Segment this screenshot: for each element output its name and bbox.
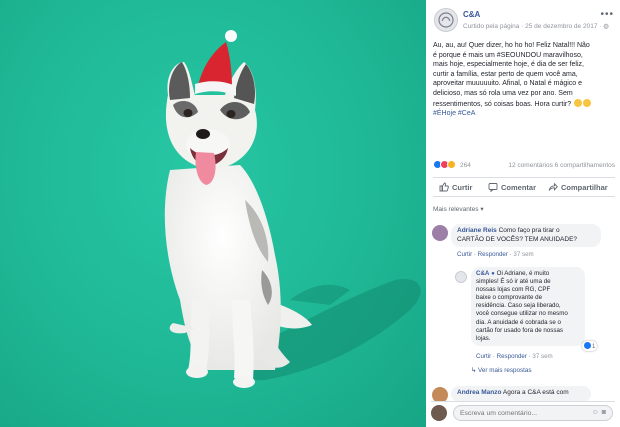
reaction-icons[interactable]	[433, 160, 459, 170]
post-photo[interactable]	[0, 0, 426, 427]
like-reaction-icon	[584, 342, 591, 349]
post-meta: Curtido pela página · 25 de dezembro de …	[463, 22, 609, 30]
comment-like-link[interactable]: Curtir	[476, 353, 491, 360]
haha-reaction-icon	[447, 160, 456, 169]
comment-item: Andrea Manzo Agora a C&A está com	[426, 386, 620, 403]
post-line: é porque é mais um #SEOUNDOU maravilhoso…	[433, 51, 583, 59]
page-avatar[interactable]	[434, 8, 458, 32]
hand-emoji-icon	[583, 98, 592, 107]
comment-actions: Curtir · Responder · 37 sem	[476, 353, 553, 360]
comment-like-link[interactable]: Curtir	[457, 251, 472, 258]
comment-reply-item: C&A ● Oi Adriane, é muito simples! É só …	[426, 267, 620, 365]
brand-logo-icon	[438, 12, 454, 28]
comment-text-line: CARTÃO DE VOCÊS? TEM ANUIDADE?	[457, 235, 578, 243]
post-line: mais hoje, especialmente hoje, é dia de …	[433, 61, 584, 69]
comment-bubble: Andrea Manzo Agora a C&A está com	[451, 386, 591, 402]
comment-text-line: Oi Adriane, é muito	[496, 270, 550, 277]
comment-item: Adriane Reis Como faço pra tirar o CARTÃ…	[426, 224, 620, 264]
comment-text-line: residência. Caso seja liberado,	[476, 302, 561, 310]
like-button[interactable]: Curtir	[439, 182, 472, 192]
smile-emoji-icon	[574, 98, 583, 107]
comment-button[interactable]: Comentar	[488, 182, 537, 193]
post-header: C&A Curtido pela página · 25 de dezembro…	[434, 8, 614, 34]
verified-badge-icon: ●	[491, 270, 495, 277]
more-options-icon[interactable]: •••	[600, 10, 614, 20]
comments-shares-count[interactable]: 12 comentários 6 compartilhamentos	[508, 162, 615, 169]
post-text: Au, au, au! Quer dizer, ho ho ho! Feliz …	[433, 41, 613, 119]
comment-composer: ☺◙	[431, 401, 615, 423]
post-line: Au, au, au! Quer dizer, ho ho ho! Feliz …	[433, 42, 590, 49]
post-side-panel: C&A Curtido pela página · 25 de dezembro…	[426, 0, 620, 427]
comment-text-line: simples! É só ir até uma de	[476, 278, 551, 286]
action-bar: Curtir Comentar Compartilhar	[433, 177, 615, 197]
comment-text-line: dia. A anuidade é cobrada se o	[476, 318, 561, 326]
share-button[interactable]: Compartilhar	[548, 182, 608, 192]
like-label: Curtir	[452, 183, 473, 192]
page-name[interactable]: C&A	[463, 10, 480, 19]
post-line: curtir a família, estar perto de quem vo…	[433, 70, 578, 78]
post-hashtags[interactable]: #ÉHoje #CeA	[433, 109, 613, 119]
composer-icons: ☺◙	[592, 409, 609, 416]
comment-like-count[interactable]: 1	[582, 341, 598, 351]
comment-sort-label: Mais relevantes	[433, 206, 479, 213]
emoji-icon[interactable]: ☺	[592, 409, 602, 416]
comment-sort-dropdown[interactable]: Mais relevantes ▾	[433, 205, 484, 213]
comment-author[interactable]: Andrea Manzo	[457, 389, 501, 396]
reaction-count[interactable]: 264	[460, 162, 471, 169]
comment-text-line: Agora a C&A está com	[502, 389, 569, 396]
comment-time: 37 sem	[513, 251, 534, 258]
comment-bubble: C&A ● Oi Adriane, é muito simples! É só …	[471, 267, 585, 346]
post-line-text: ressentimentos, só coisas boas. Hora cur…	[433, 100, 572, 108]
view-more-replies-label: Ver mais respostas	[478, 367, 532, 374]
caret-down-icon: ▾	[480, 206, 484, 213]
comment-actions: Curtir · Responder · 37 sem	[457, 251, 534, 258]
comment-text-line: lojas.	[476, 334, 491, 342]
globe-icon: ◍	[603, 23, 609, 30]
reply-arrow-icon: ↳	[471, 367, 477, 374]
share-arrow-icon	[548, 182, 558, 191]
share-label: Compartilhar	[561, 183, 608, 192]
comment-bubble: Adriane Reis Como faço pra tirar o CARTÃ…	[451, 224, 601, 248]
comment-author[interactable]: Adriane Reis	[457, 227, 497, 234]
comment-text-line: baixe o comprovante de	[476, 294, 543, 302]
comment-label: Comentar	[501, 183, 537, 192]
comment-text-line: nossas lojas com RG, CPF	[476, 286, 551, 294]
page-avatar-small[interactable]	[455, 271, 467, 283]
comment-like-number: 1	[592, 344, 596, 350]
current-user-avatar	[431, 405, 447, 421]
post-line: aproveitar muuuuuito. Afinal, o Natal é …	[433, 80, 583, 88]
avatar[interactable]	[432, 225, 448, 241]
camera-icon[interactable]: ◙	[602, 409, 609, 416]
view-more-replies-link[interactable]: ↳ Ver mais respostas	[471, 367, 532, 374]
comment-author[interactable]: C&A	[476, 270, 489, 277]
comment-time: 37 sem	[532, 353, 553, 360]
comment-reply-link[interactable]: Responder	[478, 251, 508, 258]
dog-in-santa-hat-image	[164, 30, 421, 388]
thumbs-up-icon	[439, 182, 449, 192]
comment-text-line: cartão for usado fora de nossas	[476, 326, 564, 334]
comment-bubble-icon	[488, 183, 498, 193]
comment-text-line: você consegue utilizar no mesmo	[476, 310, 568, 318]
comment-reply-link[interactable]: Responder	[497, 353, 527, 360]
post-meta-text: Curtido pela página · 25 de dezembro de …	[463, 23, 604, 30]
reactions-bar: 264 12 comentários 6 compartilhamentos	[433, 160, 615, 172]
post-line: delicioso, mas só rola uma vez por ano. …	[433, 89, 573, 97]
comment-input[interactable]	[453, 405, 613, 421]
post-line: ressentimentos, só coisas boas. Hora cur…	[433, 98, 613, 110]
comment-text-line: Como faço pra tirar o	[498, 227, 560, 234]
